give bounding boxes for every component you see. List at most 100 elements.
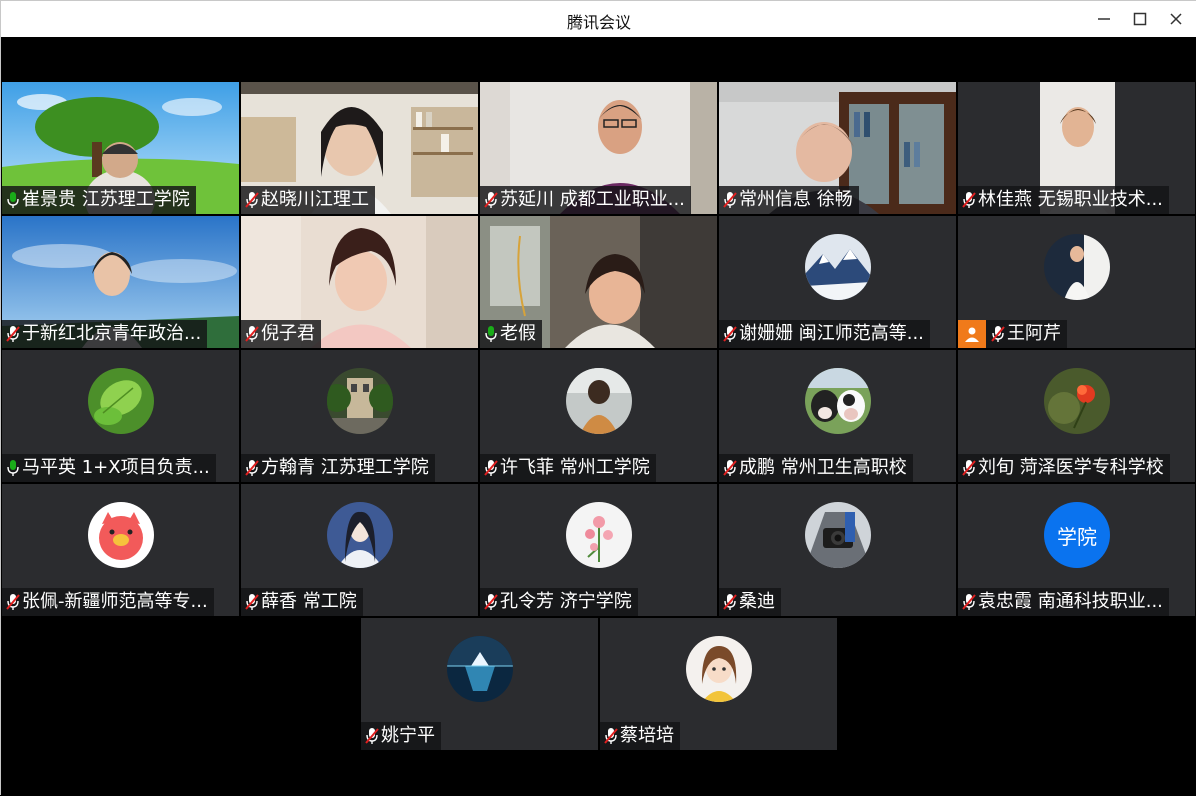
participant-tile[interactable]: 张佩-新疆师范高等专...: [2, 484, 239, 616]
mic-muted-indicator: [989, 324, 1007, 344]
green-leaf-avatar: [88, 368, 154, 434]
participant-name: 谢姗姗 闽江师范高等...: [739, 323, 924, 344]
mic-muted-icon: [962, 192, 976, 208]
name-label-bar: 马平英 1+X项目负责...: [2, 454, 216, 482]
window-title: 腾讯会议: [566, 13, 631, 32]
mic-muted-icon: [245, 460, 259, 476]
meeting-window: 腾讯会议 崔景贵 江苏理工学院 赵晓川江理工 苏延川 成都工业职业... 常州信…: [0, 0, 1196, 796]
camera-avatar: [805, 502, 871, 568]
mic-on-indicator: [4, 458, 22, 478]
participant-name: 赵晓川江理工: [261, 189, 369, 210]
mic-muted-indicator: [482, 592, 500, 612]
mic-muted-indicator: [960, 190, 978, 210]
name-label-bar: 张佩-新疆师范高等专...: [2, 588, 214, 616]
participant-name: 马平英 1+X项目负责...: [22, 457, 210, 478]
participant-tile[interactable]: 方翰青 江苏理工学院: [241, 350, 478, 482]
mic-muted-icon: [962, 460, 976, 476]
name-label-bar: 于新红北京青年政治...: [2, 320, 208, 348]
participant-tile[interactable]: 马平英 1+X项目负责...: [2, 350, 239, 482]
participant-name: 成鹏 常州卫生高职校: [739, 457, 907, 478]
participant-tile[interactable]: 桑迪: [719, 484, 956, 616]
mic-muted-indicator: [243, 324, 261, 344]
participant-name: 张佩-新疆师范高等专...: [22, 591, 208, 612]
participant-tile[interactable]: 王阿芹: [958, 216, 1195, 348]
participant-tile[interactable]: 常州信息 徐畅: [719, 82, 956, 214]
name-label-bar: 常州信息 徐畅: [719, 186, 859, 214]
mic-on-icon: [7, 460, 19, 476]
minimize-button[interactable]: [1087, 6, 1121, 32]
cartoon-girl-avatar: [686, 636, 752, 702]
participant-name: 蔡培培: [620, 725, 674, 746]
mic-muted-indicator: [482, 190, 500, 210]
mic-muted-indicator: [960, 458, 978, 478]
name-label-bar: 袁忠霞 南通科技职业...: [958, 588, 1169, 616]
participant-tile[interactable]: 薛香 常工院: [241, 484, 478, 616]
back-view-person-avatar: [566, 368, 632, 434]
cartoon-pig-avatar: [88, 502, 154, 568]
mic-muted-indicator: [4, 324, 22, 344]
name-label-bar: 崔景贵 江苏理工学院: [2, 186, 196, 214]
person-photo-avatar: [1044, 234, 1110, 300]
participant-tile[interactable]: 于新红北京青年政治...: [2, 216, 239, 348]
participant-tile[interactable]: 姚宁平: [361, 618, 598, 750]
mic-muted-icon: [6, 326, 20, 342]
participant-tile[interactable]: 倪子君: [241, 216, 478, 348]
participant-tile[interactable]: 崔景贵 江苏理工学院: [2, 82, 239, 214]
mic-muted-icon: [6, 594, 20, 610]
participant-tile[interactable]: 谢姗姗 闽江师范高等...: [719, 216, 956, 348]
mic-muted-indicator: [482, 458, 500, 478]
mic-on-indicator: [4, 190, 22, 210]
participant-name: 姚宁平: [381, 725, 435, 746]
participant-name: 常州信息 徐畅: [739, 189, 853, 210]
title-bar[interactable]: 腾讯会议: [1, 1, 1196, 37]
name-label-bar: 姚宁平: [361, 722, 441, 750]
mic-muted-icon: [245, 192, 259, 208]
mic-muted-indicator: [721, 592, 739, 612]
participant-name: 苏延川 成都工业职业...: [500, 189, 685, 210]
mic-on-icon: [485, 326, 497, 342]
participant-tile[interactable]: 林佳燕 无锡职业技术...: [958, 82, 1195, 214]
mic-muted-indicator: [363, 726, 381, 746]
host-person-icon: [965, 327, 979, 342]
participant-tile[interactable]: 刘旬 菏泽医学专科学校: [958, 350, 1195, 482]
name-label-bar: 刘旬 菏泽医学专科学校: [958, 454, 1170, 482]
name-label-bar: 成鹏 常州卫生高职校: [719, 454, 913, 482]
participant-name: 刘旬 菏泽医学专科学校: [978, 457, 1164, 478]
participant-name: 倪子君: [261, 323, 315, 344]
snow-mountain-avatar: [805, 234, 871, 300]
mic-muted-icon: [962, 594, 976, 610]
mic-muted-indicator: [721, 190, 739, 210]
participant-tile[interactable]: 成鹏 常州卫生高职校: [719, 350, 956, 482]
mic-muted-indicator: [243, 458, 261, 478]
host-badge: [958, 320, 986, 348]
participant-tile[interactable]: 老假: [480, 216, 717, 348]
name-label-bar: 王阿芹: [958, 320, 1067, 348]
mic-on-indicator: [482, 324, 500, 344]
mic-muted-indicator: [243, 190, 261, 210]
mic-muted-icon: [484, 192, 498, 208]
mic-muted-indicator: [602, 726, 620, 746]
participant-tile[interactable]: 孔令芳 济宁学院: [480, 484, 717, 616]
maximize-icon: [1133, 12, 1147, 26]
mic-muted-icon: [245, 594, 259, 610]
name-label-bar: 桑迪: [719, 588, 781, 616]
anime-girl-avatar: [327, 502, 393, 568]
text-avatar: 学院: [1044, 502, 1110, 568]
mic-muted-icon: [365, 728, 379, 744]
name-label-bar: 谢姗姗 闽江师范高等...: [719, 320, 930, 348]
participant-tile[interactable]: 苏延川 成都工业职业...: [480, 82, 717, 214]
maximize-button[interactable]: [1123, 6, 1157, 32]
close-button[interactable]: [1159, 6, 1193, 32]
pink-flowers-avatar: [566, 502, 632, 568]
name-label-bar: 赵晓川江理工: [241, 186, 375, 214]
red-flower-avatar: [1044, 368, 1110, 434]
participant-name: 崔景贵 江苏理工学院: [22, 189, 190, 210]
participant-tile[interactable]: 赵晓川江理工: [241, 82, 478, 214]
close-icon: [1170, 13, 1182, 25]
participant-tile[interactable]: 蔡培培: [600, 618, 837, 750]
participant-tile[interactable]: 许飞菲 常州工学院: [480, 350, 717, 482]
cows-avatar: [805, 368, 871, 434]
name-label-bar: 林佳燕 无锡职业技术...: [958, 186, 1169, 214]
participant-tile[interactable]: 学院 袁忠霞 南通科技职业...: [958, 484, 1195, 616]
mic-muted-icon: [484, 594, 498, 610]
